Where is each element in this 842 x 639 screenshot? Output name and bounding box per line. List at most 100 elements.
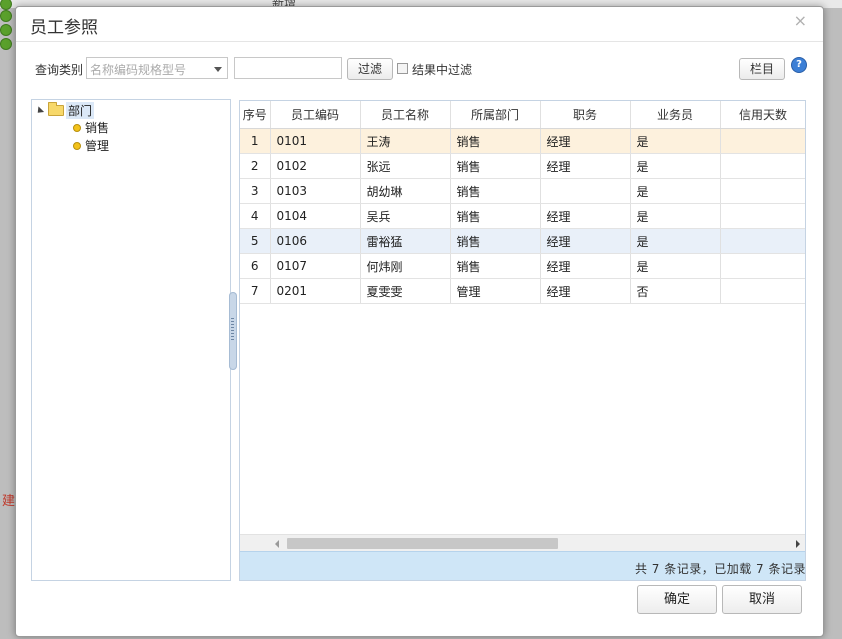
filter-input[interactable] — [234, 57, 342, 79]
query-type-placeholder: 名称编码规格型号 — [90, 63, 187, 77]
cell-index: 2 — [240, 153, 271, 179]
table-row[interactable]: 2 0102 张远 销售 经理 是 — [240, 153, 805, 179]
cell-code: 0102 — [270, 153, 361, 179]
columns-button[interactable]: 栏目 — [739, 58, 785, 80]
record-count-text: 共 7 条记录，已加载 7 条记录 — [634, 562, 806, 576]
cell-credit-days — [720, 253, 805, 279]
cell-index: 6 — [240, 253, 271, 279]
filter-toolbar: 查询类别 名称编码规格型号 过滤 结果中过滤 栏目 ? — [16, 57, 823, 81]
cell-code: 0104 — [270, 203, 361, 229]
cell-name: 吴兵 — [360, 203, 451, 229]
employee-table: 序号 员工编码 员工名称 所属部门 职务 业务员 信用天数 1 0101 王涛 … — [240, 101, 805, 304]
close-icon[interactable]: × — [794, 11, 807, 30]
column-header-credit-days[interactable]: 信用天数 — [720, 101, 805, 129]
scrollbar-thumb[interactable] — [287, 538, 558, 549]
cell-index: 3 — [240, 178, 271, 204]
cell-department: 管理 — [450, 278, 541, 304]
table-row[interactable]: 5 0106 雷裕猛 销售 经理 是 — [240, 228, 805, 254]
column-header-salesman[interactable]: 业务员 — [630, 101, 721, 129]
cell-name: 雷裕猛 — [360, 228, 451, 254]
cell-title: 经理 — [540, 228, 631, 254]
tree-root-department[interactable]: 部门 — [66, 102, 95, 119]
ok-button[interactable]: 确定 — [637, 585, 717, 614]
cell-title: 经理 — [540, 253, 631, 279]
cell-title — [540, 178, 631, 204]
table-row[interactable]: 4 0104 吴兵 销售 经理 是 — [240, 203, 805, 229]
tree-node-sales[interactable]: 销售 — [85, 119, 109, 136]
cell-title: 经理 — [540, 153, 631, 179]
cell-credit-days — [720, 228, 805, 254]
column-header-index[interactable]: 序号 — [240, 101, 271, 129]
cell-code: 0103 — [270, 178, 361, 204]
cell-index: 7 — [240, 278, 271, 304]
cell-name: 夏雯雯 — [360, 278, 451, 304]
grid-status-bar: 共 7 条记录，已加载 7 条记录 — [240, 551, 806, 580]
cell-credit-days — [720, 128, 805, 154]
scroll-right-icon[interactable] — [796, 540, 800, 548]
cell-index: 5 — [240, 228, 271, 254]
table-header-row: 序号 员工编码 员工名称 所属部门 职务 业务员 信用天数 — [240, 101, 805, 129]
table-row[interactable]: 6 0107 何炜刚 销售 经理 是 — [240, 253, 805, 279]
filter-in-results-checkbox[interactable] — [397, 63, 408, 74]
cell-code: 0101 — [270, 128, 361, 154]
cell-credit-days — [720, 278, 805, 304]
filter-in-results-label: 结果中过滤 — [412, 63, 473, 77]
query-type-select[interactable]: 名称编码规格型号 — [86, 57, 228, 79]
cell-salesman: 是 — [630, 228, 721, 254]
table-row[interactable]: 1 0101 王涛 销售 经理 是 — [240, 128, 805, 154]
cell-department: 销售 — [450, 178, 541, 204]
chevron-down-icon — [214, 67, 222, 72]
column-header-department[interactable]: 所属部门 — [450, 101, 541, 129]
cell-index: 1 — [240, 128, 271, 154]
cell-department: 销售 — [450, 253, 541, 279]
filter-button[interactable]: 过滤 — [347, 58, 393, 80]
cell-department: 销售 — [450, 153, 541, 179]
cell-salesman: 是 — [630, 203, 721, 229]
cancel-button[interactable]: 取消 — [722, 585, 802, 614]
cell-department: 销售 — [450, 128, 541, 154]
employee-grid: 序号 员工编码 员工名称 所属部门 职务 业务员 信用天数 1 0101 王涛 … — [239, 100, 806, 581]
scroll-left-icon[interactable] — [275, 540, 279, 548]
column-header-name[interactable]: 员工名称 — [360, 101, 451, 129]
cell-credit-days — [720, 203, 805, 229]
cell-code: 0201 — [270, 278, 361, 304]
cell-salesman: 是 — [630, 178, 721, 204]
help-icon[interactable]: ? — [792, 58, 806, 72]
panel-splitter-handle[interactable] — [229, 292, 237, 370]
dialog-titlebar: 员工参照 × — [16, 7, 823, 42]
tree-node-icon — [73, 142, 81, 150]
cell-name: 胡幼琳 — [360, 178, 451, 204]
cell-code: 0107 — [270, 253, 361, 279]
cell-salesman: 是 — [630, 253, 721, 279]
column-header-title[interactable]: 职务 — [540, 101, 631, 129]
cell-salesman: 否 — [630, 278, 721, 304]
dialog-title: 员工参照 — [30, 18, 98, 38]
cell-name: 张远 — [360, 153, 451, 179]
tree-expand-icon[interactable] — [34, 106, 45, 116]
query-type-label: 查询类别 — [35, 63, 84, 77]
horizontal-scrollbar[interactable] — [240, 534, 805, 552]
tree-node-icon — [73, 124, 81, 132]
cell-title: 经理 — [540, 203, 631, 229]
folder-icon — [48, 102, 64, 116]
cell-index: 4 — [240, 203, 271, 229]
cell-department: 销售 — [450, 228, 541, 254]
background-tree-icon — [0, 38, 12, 50]
cell-salesman: 是 — [630, 128, 721, 154]
column-header-code[interactable]: 员工编码 — [270, 101, 361, 129]
table-row[interactable]: 3 0103 胡幼琳 销售 是 — [240, 178, 805, 204]
cell-credit-days — [720, 153, 805, 179]
cell-code: 0106 — [270, 228, 361, 254]
cell-name: 王涛 — [360, 128, 451, 154]
cell-salesman: 是 — [630, 153, 721, 179]
cell-title: 经理 — [540, 128, 631, 154]
cell-department: 销售 — [450, 203, 541, 229]
employee-reference-dialog: 员工参照 × 查询类别 名称编码规格型号 过滤 结果中过滤 栏目 ? 部门 销售… — [15, 6, 824, 637]
cell-title: 经理 — [540, 278, 631, 304]
background-tree-icon — [0, 10, 12, 22]
table-row[interactable]: 7 0201 夏雯雯 管理 经理 否 — [240, 278, 805, 304]
tree-node-admin[interactable]: 管理 — [85, 137, 109, 154]
background-tree-icon — [0, 24, 12, 36]
cell-credit-days — [720, 178, 805, 204]
cell-name: 何炜刚 — [360, 253, 451, 279]
